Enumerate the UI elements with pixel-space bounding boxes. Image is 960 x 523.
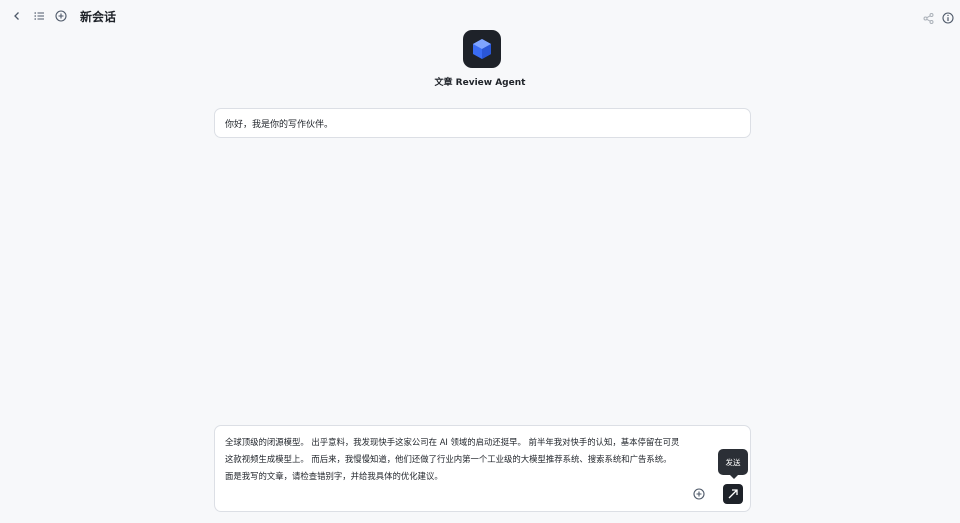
send-tooltip: 发送 — [718, 449, 748, 479]
send-button[interactable] — [723, 484, 743, 504]
message-text: 你好，我是你的写作伙伴。 — [225, 119, 334, 130]
list-icon[interactable] — [32, 9, 46, 23]
top-bar: 新会话 — [0, 0, 960, 32]
plus-circle-icon — [693, 488, 705, 500]
composer-input[interactable]: 全球顶级的闭源模型。 出乎意料，我发现快手这家公司在 AI 领域的启动还挺早。 … — [225, 434, 745, 485]
share-icon[interactable] — [923, 9, 934, 28]
page-title: 新会话 — [80, 9, 117, 24]
back-icon[interactable] — [10, 9, 24, 23]
add-attachment-button[interactable] — [692, 487, 706, 501]
agent-avatar — [463, 30, 501, 68]
assistant-message: 你好，我是你的写作伙伴。 — [214, 108, 751, 138]
info-icon[interactable] — [942, 9, 954, 28]
message-composer[interactable]: 全球顶级的闭源模型。 出乎意料，我发现快手这家公司在 AI 领域的启动还挺早。 … — [214, 425, 751, 512]
send-icon — [728, 489, 738, 499]
cube-logo-icon — [473, 39, 491, 59]
new-chat-icon[interactable] — [54, 9, 68, 23]
agent-name: 文章 Review Agent — [434, 78, 526, 88]
